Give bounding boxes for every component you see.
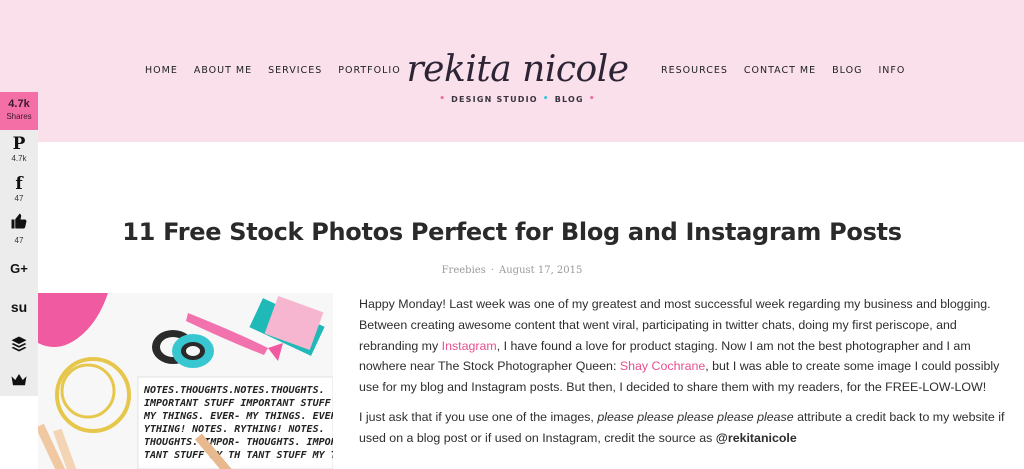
svg-text:TANT STUFF MY TH TANT STUFF MY: TANT STUFF MY TH TANT STUFF MY TH	[144, 450, 333, 461]
nav-home[interactable]: HOME	[145, 65, 178, 76]
crown-icon	[0, 372, 38, 393]
svg-text:YTHING! NOTES. RYTHING! NOTES.: YTHING! NOTES. RYTHING! NOTES.	[144, 424, 325, 435]
meta-separator: ·	[490, 265, 495, 276]
dot-icon: •	[439, 94, 447, 104]
svg-text:THOUGHTS. IMPOR- THOUGHTS. IMP: THOUGHTS. IMPOR- THOUGHTS. IMPOR	[144, 437, 333, 448]
instagram-handle: @rekitanicole	[715, 430, 797, 445]
flatlay-illustration: NOTES.THOUGHTS.NOTES.THOUGHTS. IMPORTANT…	[38, 293, 333, 469]
nav-right: RESOURCES CONTACT ME BLOG INFO	[661, 65, 921, 76]
site-header: HOME ABOUT ME SERVICES PORTFOLIO rekita …	[0, 0, 1024, 142]
post-date: August 17, 2015	[499, 265, 583, 276]
dot-icon: •	[542, 94, 550, 104]
nav-resources[interactable]: RESOURCES	[661, 65, 728, 76]
nav-about-me[interactable]: ABOUT ME	[194, 65, 252, 76]
share-total: 4.7k Shares	[0, 92, 38, 130]
logo-tagline: • DESIGN STUDIO • BLOG •	[405, 94, 630, 104]
pinterest-icon: P	[12, 134, 26, 154]
svg-text:MY THINGS. EVER- MY THINGS. EV: MY THINGS. EVER- MY THINGS. EVER	[143, 411, 333, 422]
paragraph-text: I just ask that if you use one of the im…	[359, 409, 598, 424]
share-stumbleupon[interactable]: su	[0, 288, 38, 326]
svg-text:NOTES.THOUGHTS.NOTES.THOUGHTS.: NOTES.THOUGHTS.NOTES.THOUGHTS.	[143, 385, 325, 396]
nav-info[interactable]: INFO	[878, 65, 905, 76]
share-buffer[interactable]	[0, 326, 38, 364]
share-total-count: 4.7k	[8, 98, 30, 110]
facebook-icon: f	[15, 174, 23, 194]
emphasis-text: please please please please please	[597, 409, 794, 424]
post-featured-image: NOTES.THOUGHTS.NOTES.THOUGHTS. IMPORTANT…	[38, 293, 333, 469]
post-meta: Freebies · August 17, 2015	[0, 265, 1024, 276]
svg-text:IMPORTANT STUFF IMPORTANT STUF: IMPORTANT STUFF IMPORTANT STUFF	[144, 398, 332, 409]
logo-tag-left: DESIGN STUDIO	[451, 94, 538, 104]
logo-script: rekita nicole	[406, 49, 629, 90]
post-paragraph-2: I just ask that if you use one of the im…	[359, 407, 1011, 449]
dot-icon: •	[588, 94, 596, 104]
post-paragraph-1: Happy Monday! Last week was one of my gr…	[359, 294, 1011, 398]
nav-left: HOME ABOUT ME SERVICES PORTFOLIO	[145, 65, 417, 76]
share-facebook[interactable]: f 47	[0, 172, 38, 210]
post-title: 11 Free Stock Photos Perfect for Blog an…	[122, 218, 902, 246]
share-count: 4.7k	[11, 154, 27, 163]
buffer-icon	[0, 335, 38, 358]
nav-services[interactable]: SERVICES	[268, 65, 322, 76]
stumbleupon-icon: su	[10, 299, 28, 315]
share-pinterest[interactable]: P 4.7k	[0, 130, 38, 172]
share-count: 47	[14, 194, 24, 203]
site-logo[interactable]: rekita nicole • DESIGN STUDIO • BLOG •	[405, 49, 630, 105]
nav-portfolio[interactable]: PORTFOLIO	[338, 65, 400, 76]
share-total-label: Shares	[6, 112, 32, 121]
nav-contact-me[interactable]: CONTACT ME	[744, 65, 816, 76]
post-category-link[interactable]: Freebies	[442, 265, 486, 276]
post-content: Happy Monday! Last week was one of my gr…	[359, 294, 1011, 458]
instagram-link[interactable]: Instagram	[442, 339, 497, 353]
logo-tag-right: BLOG	[554, 94, 584, 104]
nav-blog[interactable]: BLOG	[832, 65, 862, 76]
share-crown[interactable]	[0, 364, 38, 402]
shay-cochrane-link[interactable]: Shay Cochrane	[620, 359, 705, 373]
